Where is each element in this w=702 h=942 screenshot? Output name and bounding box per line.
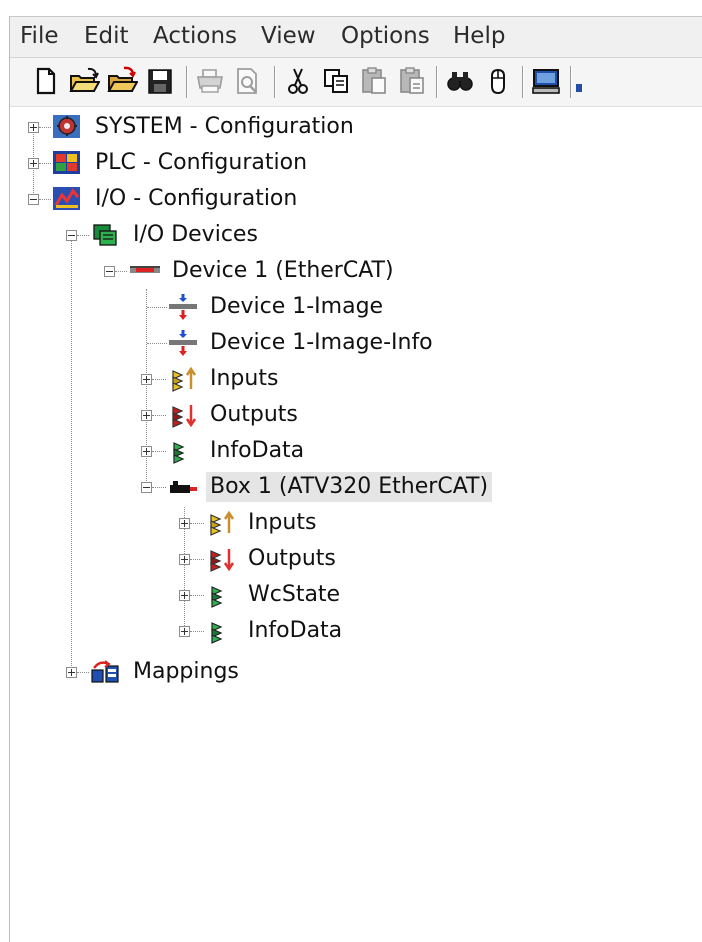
toolbar-separator <box>436 66 438 98</box>
find-icon[interactable] <box>444 64 476 98</box>
tree-item-box-outputs[interactable]: Outputs <box>248 544 336 574</box>
tree-connector <box>152 451 166 452</box>
menu-actions[interactable]: Actions <box>153 21 237 51</box>
tree-connector <box>152 487 166 488</box>
expand-inputs-button[interactable] <box>141 374 152 385</box>
toolbar-separator <box>186 66 188 98</box>
tree-item-wcstate[interactable]: WcState <box>248 580 340 610</box>
monitor-icon[interactable] <box>530 64 562 98</box>
paste-icon[interactable] <box>358 64 390 98</box>
tree-item-plc[interactable]: PLC - Configuration <box>95 148 307 178</box>
ethercat-device-icon <box>130 257 160 285</box>
toolbar-overflow-icon[interactable] <box>576 84 582 92</box>
tree-connector <box>115 271 127 272</box>
cut-icon[interactable] <box>282 64 314 98</box>
io-config-icon <box>52 185 82 213</box>
properties-icon[interactable] <box>482 64 514 98</box>
expand-box-outputs-button[interactable] <box>179 554 190 565</box>
tree-connector <box>152 379 166 380</box>
tree-item-mappings[interactable]: Mappings <box>133 657 239 687</box>
tree-item-io-configuration[interactable]: I/O - Configuration <box>95 184 297 214</box>
wcstate-icon <box>206 581 236 609</box>
collapse-device1-button[interactable] <box>104 266 115 277</box>
tree-item-device1[interactable]: Device 1 (EtherCAT) <box>172 256 394 286</box>
tree-item-box-infodata[interactable]: InfoData <box>248 616 342 646</box>
tree-connector <box>190 523 204 524</box>
tree-connector <box>71 235 72 672</box>
print-preview-icon[interactable] <box>232 64 264 98</box>
system-config-icon <box>52 113 82 141</box>
print-icon[interactable] <box>194 64 226 98</box>
outputs-icon <box>206 545 236 573</box>
new-file-icon[interactable] <box>30 64 62 98</box>
collapse-io-devices-button[interactable] <box>66 230 77 241</box>
io-devices-icon <box>90 221 120 249</box>
collapse-io-button[interactable] <box>28 194 39 205</box>
paste-with-links-icon[interactable] <box>396 64 428 98</box>
tree-connector <box>77 235 89 236</box>
tree-item-infodata[interactable]: InfoData <box>210 436 304 466</box>
mappings-icon <box>90 658 120 686</box>
process-image-info-icon <box>168 329 198 357</box>
application-window: File Edit Actions View Options Help SYST… <box>0 0 702 942</box>
expand-plc-button[interactable] <box>28 158 39 169</box>
tree-connector <box>147 307 167 308</box>
tree-connector <box>146 289 147 491</box>
menu-view[interactable]: View <box>261 21 316 51</box>
expand-mappings-button[interactable] <box>66 667 77 678</box>
menu-options[interactable]: Options <box>341 21 430 51</box>
tree-item-inputs[interactable]: Inputs <box>210 364 278 394</box>
toolbar <box>10 58 702 107</box>
expand-outputs-button[interactable] <box>141 410 152 421</box>
tree-item-device1-image-info[interactable]: Device 1-Image-Info <box>210 328 433 358</box>
menu-bar: File Edit Actions View Options Help <box>10 17 702 58</box>
menu-edit[interactable]: Edit <box>84 21 129 51</box>
tree-connector <box>77 672 89 673</box>
tree-connector <box>147 343 167 344</box>
tree-connector <box>152 415 166 416</box>
toolbar-separator <box>274 66 276 98</box>
tree-connector <box>190 595 204 596</box>
save-icon[interactable] <box>144 64 176 98</box>
outputs-icon <box>168 401 198 429</box>
tree-connector <box>39 163 51 164</box>
copy-icon[interactable] <box>320 64 352 98</box>
menu-file[interactable]: File <box>20 21 59 51</box>
tree-item-io-devices[interactable]: I/O Devices <box>133 220 258 250</box>
title-strip <box>10 0 702 17</box>
expand-system-button[interactable] <box>28 122 39 133</box>
collapse-box1-button[interactable] <box>141 482 152 493</box>
ethercat-box-icon <box>168 473 198 501</box>
tree-item-outputs[interactable]: Outputs <box>210 400 298 430</box>
toolbar-separator <box>522 66 524 98</box>
expand-infodata-button[interactable] <box>141 446 152 457</box>
open-folder-icon[interactable] <box>68 64 100 98</box>
tree-item-system[interactable]: SYSTEM - Configuration <box>95 112 354 142</box>
toolbar-separator <box>570 66 572 98</box>
inputs-icon <box>206 509 236 537</box>
expand-box-infodata-button[interactable] <box>179 626 190 637</box>
infodata-icon <box>168 437 198 465</box>
tree-item-device1-image[interactable]: Device 1-Image <box>210 292 383 322</box>
infodata-icon <box>206 617 236 645</box>
expand-box-inputs-button[interactable] <box>179 518 190 529</box>
tree-item-box-inputs[interactable]: Inputs <box>248 508 316 538</box>
tree-connector <box>190 631 204 632</box>
inputs-icon <box>168 365 198 393</box>
tree-view: SYSTEM - Configuration PLC - Configurati… <box>10 107 702 942</box>
process-image-icon <box>168 293 198 321</box>
expand-wcstate-button[interactable] <box>179 590 190 601</box>
tree-connector <box>39 127 51 128</box>
tree-connector <box>190 559 204 560</box>
tree-connector <box>39 199 51 200</box>
open-project-icon[interactable] <box>106 64 138 98</box>
tree-item-box1[interactable]: Box 1 (ATV320 EtherCAT) <box>206 472 493 502</box>
menu-help[interactable]: Help <box>453 21 505 51</box>
plc-config-icon <box>52 149 82 177</box>
